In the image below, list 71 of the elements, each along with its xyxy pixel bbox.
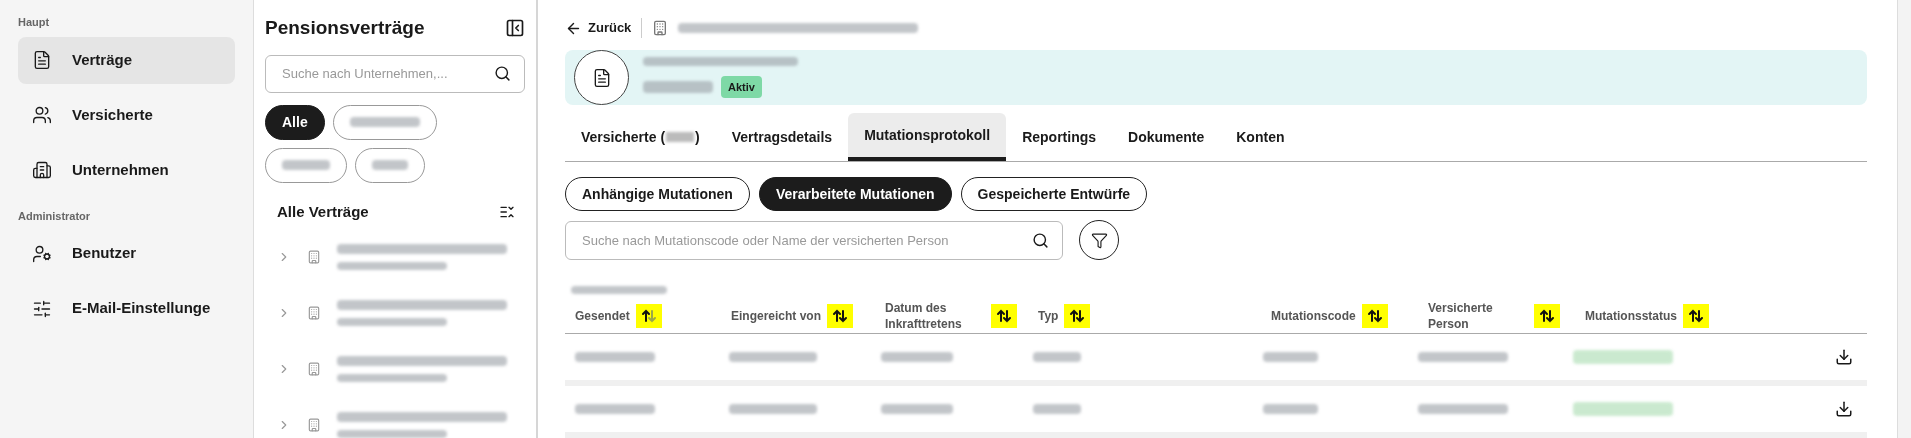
redacted-text bbox=[282, 160, 330, 170]
tab[interactable]: Reportings bbox=[1006, 113, 1112, 161]
search-icon bbox=[1032, 231, 1049, 249]
sort-arrows-icon bbox=[1069, 307, 1086, 324]
people-icon bbox=[32, 105, 52, 125]
sort-button[interactable] bbox=[991, 303, 1017, 328]
panel-title: Pensionsverträge bbox=[265, 16, 425, 40]
subtab-pill[interactable]: Verarbeitete Mutationen bbox=[758, 177, 952, 211]
sort-arrows-icon bbox=[996, 307, 1012, 324]
download-icon[interactable] bbox=[1835, 348, 1853, 366]
column-header: Mutationsstatus bbox=[1585, 307, 1677, 324]
nav-item[interactable]: Benutzer bbox=[18, 230, 235, 277]
column-header: Mutationscode bbox=[1271, 307, 1356, 324]
nav-item[interactable]: E-Mail-Einstellunge bbox=[18, 285, 235, 332]
building-icon bbox=[307, 362, 321, 376]
redacted-text bbox=[349, 117, 420, 127]
column-header: Datum des Inkrafttretens bbox=[885, 299, 963, 332]
subtab-pill[interactable]: Anhängige Mutationen bbox=[565, 177, 750, 211]
nav-item[interactable]: Unternehmen bbox=[18, 146, 235, 194]
list-title: Alle Verträge bbox=[277, 201, 369, 222]
search-icon bbox=[494, 64, 511, 82]
sort-button[interactable] bbox=[827, 303, 854, 328]
redacted-text bbox=[643, 81, 713, 93]
subtab-pill[interactable]: Gespeicherte Entwürfe bbox=[960, 177, 1148, 211]
column-header: Typ bbox=[1038, 307, 1059, 324]
sort-arrows-icon bbox=[1366, 307, 1383, 324]
column-header: Versicherte Person bbox=[1428, 299, 1494, 332]
section-label: Administrator bbox=[18, 208, 92, 224]
tab[interactable]: Versicherte ( ) bbox=[565, 113, 716, 161]
section-label: Haupt bbox=[18, 15, 51, 30]
status-badge: Aktiv bbox=[721, 75, 762, 99]
sort-arrows-icon bbox=[1688, 307, 1704, 324]
user-gear-icon bbox=[32, 243, 52, 264]
building-icon bbox=[307, 306, 321, 320]
filter-chip[interactable] bbox=[332, 104, 437, 140]
tab[interactable]: Mutationsprotokoll bbox=[848, 113, 1007, 161]
redacted-text bbox=[372, 160, 408, 170]
tab[interactable]: Konten bbox=[1220, 113, 1301, 161]
column-header: Eingereicht von bbox=[731, 307, 822, 324]
sort-button[interactable] bbox=[1683, 303, 1709, 328]
redacted-text bbox=[1262, 404, 1318, 414]
download-icon[interactable] bbox=[1835, 400, 1853, 418]
sort-arrows-icon bbox=[832, 307, 849, 324]
sort-arrows-icon bbox=[1539, 307, 1555, 324]
filter-icon bbox=[1090, 231, 1108, 249]
sort-button[interactable] bbox=[1064, 303, 1091, 328]
redacted-text bbox=[1032, 404, 1081, 414]
sort-button[interactable] bbox=[1534, 303, 1560, 328]
collapse-panel-icon[interactable] bbox=[505, 18, 525, 39]
search-field[interactable]: Suche nach Unternehmen,... bbox=[265, 54, 525, 93]
redacted-text bbox=[1262, 352, 1318, 362]
filter-chip[interactable] bbox=[355, 147, 425, 183]
tab[interactable]: Dokumente bbox=[1112, 113, 1221, 161]
building-icon bbox=[652, 20, 669, 36]
column-header: Gesendet bbox=[575, 307, 630, 324]
sliders-icon bbox=[32, 298, 52, 319]
sort-button[interactable] bbox=[1361, 303, 1388, 328]
file-icon bbox=[32, 50, 52, 70]
sort-arrows-icon bbox=[640, 307, 657, 324]
building-icon bbox=[307, 418, 321, 432]
building-icon bbox=[32, 160, 52, 180]
redacted-text bbox=[1032, 352, 1081, 362]
search-field[interactable]: Suche nach Mutationscode oder Name der versicherten Person bbox=[565, 220, 1063, 260]
sort-button[interactable] bbox=[635, 303, 662, 328]
building-icon bbox=[307, 250, 321, 264]
nav-item[interactable]: Versicherte bbox=[18, 91, 235, 139]
filter-chip[interactable]: Alle bbox=[265, 104, 325, 140]
nav-item[interactable]: Verträge bbox=[18, 36, 235, 84]
filter-chip[interactable] bbox=[265, 147, 347, 183]
tab[interactable]: Vertragsdetails bbox=[715, 113, 849, 161]
back-link[interactable]: Zurück bbox=[565, 18, 632, 38]
